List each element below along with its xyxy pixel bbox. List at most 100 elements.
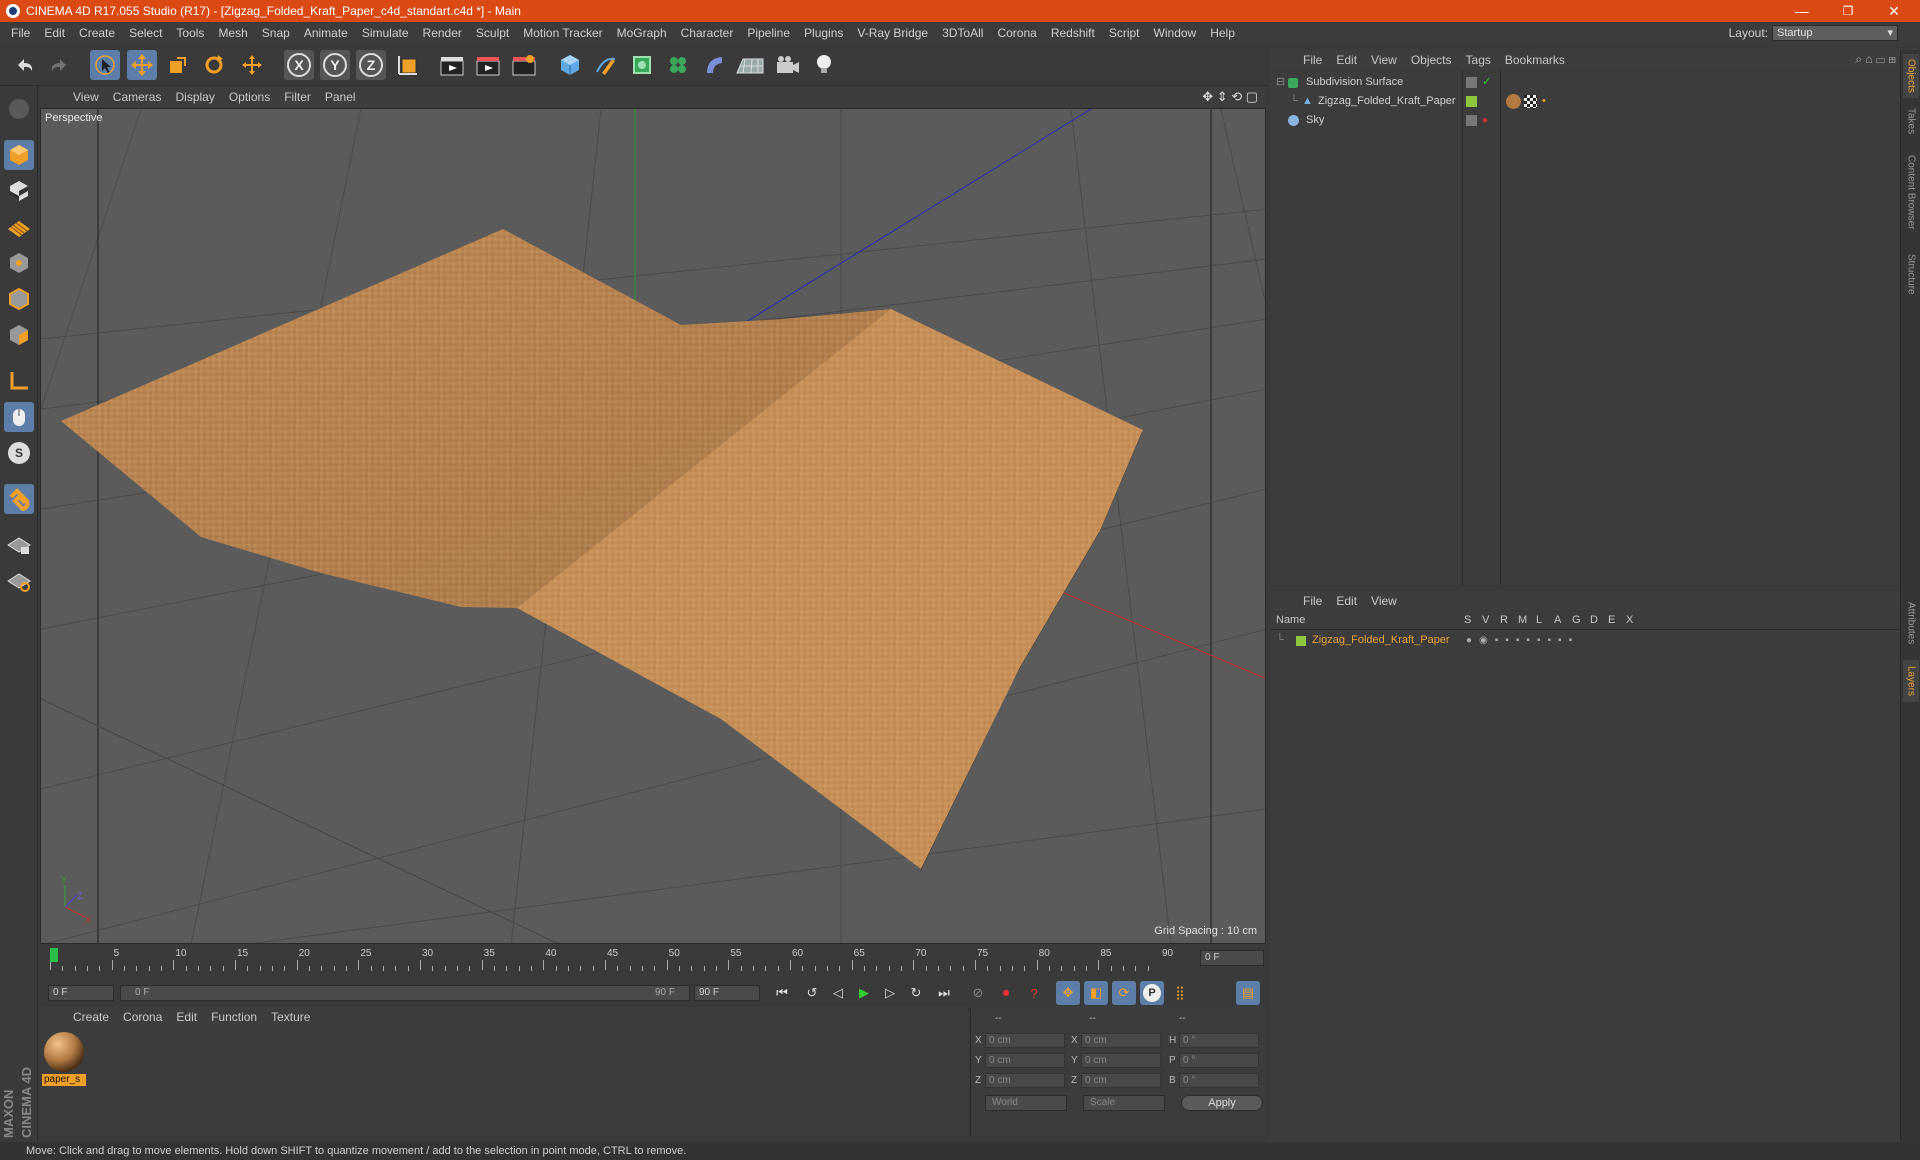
coord-rot-p-field[interactable]: 0 °: [1179, 1053, 1259, 1068]
mograph-cloner-button[interactable]: [663, 50, 693, 80]
render-picture-viewer-button[interactable]: [473, 50, 503, 80]
layer-color-swatch[interactable]: [1466, 96, 1477, 107]
object-menu-edit[interactable]: Edit: [1329, 53, 1364, 67]
coord-pos-z-field[interactable]: 0 cm: [985, 1073, 1065, 1088]
menu-snap[interactable]: Snap: [255, 26, 297, 40]
viewport-menu-display[interactable]: Display: [168, 90, 221, 104]
viewport-menu-panel[interactable]: Panel: [318, 90, 363, 104]
coord-rot-h-field[interactable]: 0 °: [1179, 1033, 1259, 1048]
last-tool-button[interactable]: [237, 50, 267, 80]
material-tag-icon[interactable]: [1506, 94, 1521, 109]
go-to-end-button[interactable]: ⏭: [932, 981, 956, 1005]
menu-plugins[interactable]: Plugins: [797, 26, 850, 40]
menu-select[interactable]: Select: [122, 26, 169, 40]
layer-row[interactable]: └ Zigzag_Folded_Kraft_Paper ●◉▪▪▪▪▪▪▪▪: [1270, 631, 1900, 650]
coord-size-y-field[interactable]: 0 cm: [1081, 1053, 1161, 1068]
live-selection-button[interactable]: [90, 50, 120, 80]
snap-button[interactable]: S: [4, 438, 34, 468]
3d-viewport[interactable]: Y Z X Perspective Grid Spacing : 10 cm: [40, 108, 1266, 944]
menu-mograph[interactable]: MoGraph: [610, 26, 674, 40]
frame-range-slider[interactable]: 0 F 90 F: [120, 985, 690, 1001]
play-button[interactable]: ▶: [852, 981, 876, 1005]
pen-spline-button[interactable]: [591, 50, 621, 80]
tab-structure[interactable]: Structure: [1903, 246, 1919, 302]
render-dot-icon[interactable]: ●: [1482, 111, 1488, 130]
phong-tag-icon[interactable]: •: [1542, 92, 1546, 111]
object-manager-search-icons[interactable]: ⌕ ⌂ ▭ ⊞: [1855, 52, 1896, 67]
camera-button[interactable]: [773, 50, 803, 80]
keyframe-selection-button[interactable]: ?: [1022, 981, 1046, 1005]
texture-mode-button[interactable]: [4, 176, 34, 206]
redo-button[interactable]: [44, 50, 74, 80]
coord-size-x-field[interactable]: 0 cm: [1081, 1033, 1161, 1048]
material-menu-corona[interactable]: Corona: [116, 1010, 169, 1024]
menu-mesh[interactable]: Mesh: [211, 26, 254, 40]
object-menu-tags[interactable]: Tags: [1459, 53, 1498, 67]
minimize-button[interactable]: —: [1780, 0, 1824, 22]
x-axis-lock-button[interactable]: X: [284, 50, 314, 80]
position-key-button[interactable]: ✥: [1056, 981, 1080, 1005]
next-key-button[interactable]: ↻: [904, 981, 928, 1005]
visibility-toggle[interactable]: [1466, 77, 1477, 88]
tab-layers[interactable]: Layers: [1903, 660, 1919, 702]
current-frame-field[interactable]: 0 F: [1200, 950, 1264, 966]
next-frame-button[interactable]: ▷: [878, 981, 902, 1005]
object-row-sky[interactable]: Sky ●: [1270, 111, 1900, 130]
coord-rot-b-field[interactable]: 0 °: [1179, 1073, 1259, 1088]
render-settings-button[interactable]: [509, 50, 539, 80]
cube-primitive-button[interactable]: [555, 50, 585, 80]
material-menu-texture[interactable]: Texture: [264, 1010, 317, 1024]
tweak-mode-button[interactable]: [4, 402, 34, 432]
scale-tool-button[interactable]: [163, 50, 193, 80]
subdivision-surface-button[interactable]: [627, 50, 657, 80]
viewport-menu-options[interactable]: Options: [222, 90, 277, 104]
model-mode-button[interactable]: [4, 140, 34, 170]
viewport-navigation-icons[interactable]: ✥ ⇕ ⟲ ▢: [1202, 89, 1258, 105]
axis-mode-button[interactable]: [4, 366, 34, 396]
scale-key-button[interactable]: ◧: [1084, 981, 1108, 1005]
undo-button[interactable]: [10, 50, 40, 80]
end-frame-field[interactable]: 90 F: [694, 985, 760, 1001]
object-menu-objects[interactable]: Objects: [1404, 53, 1459, 67]
menu-vray-bridge[interactable]: V-Ray Bridge: [850, 26, 935, 40]
render-view-button[interactable]: [437, 50, 467, 80]
layer-color-swatch[interactable]: [1296, 636, 1306, 646]
timeline-playhead[interactable]: [50, 948, 58, 962]
tab-content-browser[interactable]: Content Browser: [1903, 144, 1919, 240]
menu-render[interactable]: Render: [416, 26, 469, 40]
light-button[interactable]: [809, 50, 839, 80]
menu-pipeline[interactable]: Pipeline: [740, 26, 797, 40]
edges-mode-button[interactable]: [4, 284, 34, 314]
menu-character[interactable]: Character: [674, 26, 741, 40]
timeline-ruler[interactable]: 051015202530354045505560657075808590 0 F: [40, 946, 1266, 976]
locked-workplane-button[interactable]: [4, 530, 34, 560]
object-menu-bookmarks[interactable]: Bookmarks: [1498, 53, 1572, 67]
menu-animate[interactable]: Animate: [297, 26, 355, 40]
menu-3dtoall[interactable]: 3DToAll: [935, 26, 990, 40]
start-frame-field[interactable]: 0 F: [48, 985, 114, 1001]
texture-tag-icon[interactable]: [1524, 95, 1537, 108]
menu-tools[interactable]: Tools: [169, 26, 211, 40]
enable-snap-button[interactable]: [4, 484, 34, 514]
menu-motion-tracker[interactable]: Motion Tracker: [516, 26, 609, 40]
go-to-start-button[interactable]: ⏮: [770, 981, 794, 1005]
tab-objects[interactable]: Objects: [1903, 54, 1919, 98]
viewport-menu-filter[interactable]: Filter: [277, 90, 318, 104]
z-axis-lock-button[interactable]: Z: [356, 50, 386, 80]
menu-simulate[interactable]: Simulate: [355, 26, 416, 40]
material-menu-function[interactable]: Function: [204, 1010, 264, 1024]
object-menu-view[interactable]: View: [1364, 53, 1404, 67]
viewport-camera-label[interactable]: Perspective: [45, 112, 102, 124]
deformer-button[interactable]: [699, 50, 729, 80]
object-row-subdivision-surface[interactable]: ⊟ Subdivision Surface ✓: [1270, 73, 1900, 92]
menu-window[interactable]: Window: [1147, 26, 1204, 40]
menu-edit[interactable]: Edit: [37, 26, 72, 40]
menu-corona[interactable]: Corona: [990, 26, 1043, 40]
apply-button[interactable]: Apply: [1181, 1095, 1263, 1111]
previous-key-button[interactable]: ↺: [800, 981, 824, 1005]
menu-script[interactable]: Script: [1102, 26, 1147, 40]
move-tool-button[interactable]: [127, 50, 157, 80]
menu-create[interactable]: Create: [72, 26, 122, 40]
parameter-key-button[interactable]: P: [1140, 981, 1164, 1005]
workplane-button[interactable]: [4, 212, 34, 242]
